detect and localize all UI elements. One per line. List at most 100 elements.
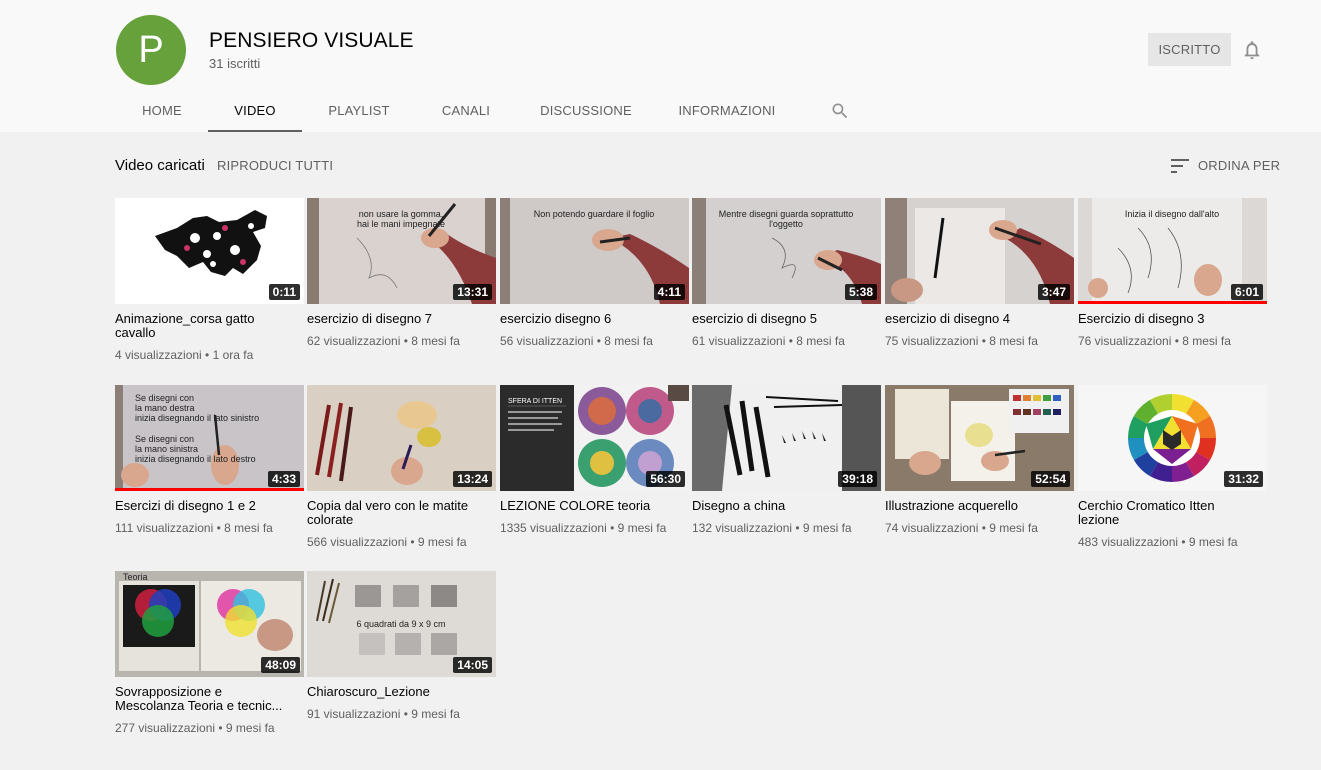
video-card[interactable]: 52:54 Illustrazione acquerello 74 visual… <box>885 385 1074 565</box>
video-thumbnail[interactable]: Non potendo guardare il foglio 4:11 <box>500 198 689 304</box>
video-meta: 91 visualizzazioni • 9 mesi fa <box>307 707 460 721</box>
video-title[interactable]: esercizio disegno 6 <box>500 312 678 326</box>
video-duration: 39:18 <box>838 471 877 487</box>
video-thumbnail[interactable]: 0:11 <box>115 198 304 304</box>
video-title[interactable]: Cerchio Cromatico Itten lezione <box>1078 499 1256 527</box>
watch-progress-bar <box>115 488 304 491</box>
tab-discussione[interactable]: DISCUSSIONE <box>534 90 638 132</box>
video-title[interactable]: LEZIONE COLORE teoria <box>500 499 678 513</box>
video-duration: 14:05 <box>453 657 492 673</box>
svg-text:6 quadrati da 9 x 9 cm: 6 quadrati da 9 x 9 cm <box>356 619 445 629</box>
video-meta: 61 visualizzazioni • 8 mesi fa <box>692 334 845 348</box>
channel-name: PENSIERO VISUALE <box>209 29 414 52</box>
video-card[interactable]: Teoria 48:09 Sovrapposizione e Mescolanz… <box>115 571 304 751</box>
video-duration: 6:01 <box>1230 284 1263 300</box>
video-title[interactable]: Illustrazione acquerello <box>885 499 1063 513</box>
sort-icon <box>1171 159 1189 173</box>
svg-text:inizia disegnando il lato sini: inizia disegnando il lato sinistro <box>135 413 259 423</box>
video-title[interactable]: esercizio di disegno 7 <box>307 312 485 326</box>
svg-text:la mano sinistra: la mano sinistra <box>135 444 198 454</box>
video-card[interactable]: 0:11 Animazione_corsa gatto cavallo 4 vi… <box>115 198 304 378</box>
channel-header: P PENSIERO VISUALE 31 iscritti ISCRITTO … <box>0 0 1321 132</box>
video-duration: 3:47 <box>1037 284 1070 300</box>
tab-playlist[interactable]: PLAYLIST <box>316 90 402 132</box>
svg-text:non usare la gomma,: non usare la gomma, <box>359 209 444 219</box>
svg-text:la mano destra: la mano destra <box>135 403 195 413</box>
video-title[interactable]: Animazione_corsa gatto cavallo <box>115 312 293 340</box>
video-thumbnail[interactable]: 52:54 <box>885 385 1074 491</box>
video-thumbnail[interactable]: 39:18 <box>692 385 881 491</box>
svg-text:Se disegni con: Se disegni con <box>135 434 194 444</box>
video-meta: 75 visualizzazioni • 8 mesi fa <box>885 334 1038 348</box>
video-meta: 74 visualizzazioni • 9 mesi fa <box>885 521 1038 535</box>
video-card[interactable]: non usare la gomma, hai le mani impegnat… <box>307 198 496 378</box>
video-card[interactable]: Inizia il disegno dall'alto 6:01 Eserciz… <box>1078 198 1267 378</box>
video-thumbnail[interactable]: 13:24 <box>307 385 496 491</box>
video-card[interactable]: 3:47 esercizio di disegno 4 75 visualizz… <box>885 198 1074 378</box>
video-thumbnail[interactable]: Inizia il disegno dall'alto 6:01 <box>1078 198 1267 304</box>
video-title[interactable]: Esercizi di disegno 1 e 2 <box>115 499 293 513</box>
svg-text:Mentre disegni guarda soprattu: Mentre disegni guarda soprattutto <box>719 209 854 219</box>
video-card[interactable]: 39:18 Disegno a china 132 visualizzazion… <box>692 385 881 565</box>
subscriber-count: 31 iscritti <box>209 56 261 71</box>
video-thumbnail[interactable]: SFERA DI ITTEN 56:30 <box>500 385 689 491</box>
video-title[interactable]: Esercizio di disegno 3 <box>1078 312 1256 326</box>
channel-avatar[interactable]: P <box>116 15 186 85</box>
tab-home[interactable]: HOME <box>116 90 208 132</box>
video-thumbnail[interactable]: 6 quadrati da 9 x 9 cm 14:05 <box>307 571 496 677</box>
video-thumbnail[interactable]: 3:47 <box>885 198 1074 304</box>
video-meta: 76 visualizzazioni • 8 mesi fa <box>1078 334 1231 348</box>
subscribed-button[interactable]: ISCRITTO <box>1148 33 1231 66</box>
video-duration: 4:11 <box>653 284 685 300</box>
video-thumbnail[interactable]: Teoria 48:09 <box>115 571 304 677</box>
video-duration: 56:30 <box>646 471 685 487</box>
video-meta: 111 visualizzazioni • 8 mesi fa <box>115 521 273 535</box>
video-duration: 13:24 <box>453 471 492 487</box>
play-all-button[interactable]: RIPRODUCI TUTTI <box>217 158 333 173</box>
tab-video[interactable]: VIDEO <box>208 90 302 132</box>
video-title[interactable]: Disegno a china <box>692 499 870 513</box>
video-card[interactable]: Non potendo guardare il foglio 4:11 eser… <box>500 198 689 378</box>
video-duration: 31:32 <box>1224 471 1263 487</box>
video-card[interactable]: Se disegni con la mano destra inizia dis… <box>115 385 304 565</box>
video-duration: 52:54 <box>1031 471 1070 487</box>
video-card[interactable]: 31:32 Cerchio Cromatico Itten lezione 48… <box>1078 385 1267 565</box>
watch-progress-bar <box>1078 301 1267 304</box>
video-thumbnail[interactable]: Se disegni con la mano destra inizia dis… <box>115 385 304 491</box>
video-meta: 1335 visualizzazioni • 9 mesi fa <box>500 521 667 535</box>
video-card[interactable]: Mentre disegni guarda soprattutto l'ogge… <box>692 198 881 378</box>
video-meta: 62 visualizzazioni • 8 mesi fa <box>307 334 460 348</box>
video-thumbnail[interactable]: Mentre disegni guarda soprattutto l'ogge… <box>692 198 881 304</box>
svg-text:SFERA DI ITTEN: SFERA DI ITTEN <box>508 398 562 405</box>
video-meta: 566 visualizzazioni • 9 mesi fa <box>307 535 467 549</box>
video-card[interactable]: SFERA DI ITTEN 56:30 LEZIONE COLORE teor… <box>500 385 689 565</box>
video-thumbnail[interactable]: non usare la gomma, hai le mani impegnat… <box>307 198 496 304</box>
video-meta: 483 visualizzazioni • 9 mesi fa <box>1078 535 1238 549</box>
svg-text:hai le mani impegnate: hai le mani impegnate <box>357 219 445 229</box>
svg-text:Se disegni con: Se disegni con <box>135 393 194 403</box>
video-duration: 13:31 <box>453 284 492 300</box>
video-title[interactable]: Copia dal vero con le matite colorate <box>307 499 485 527</box>
svg-text:l'oggetto: l'oggetto <box>769 219 803 229</box>
sort-label: ORDINA PER <box>1198 158 1281 173</box>
video-title[interactable]: esercizio di disegno 4 <box>885 312 1063 326</box>
video-duration: 4:33 <box>267 471 300 487</box>
video-meta: 132 visualizzazioni • 9 mesi fa <box>692 521 852 535</box>
video-title[interactable]: Chiaroscuro_Lezione <box>307 685 485 699</box>
video-card[interactable]: 13:24 Copia dal vero con le matite color… <box>307 385 496 565</box>
svg-text:Inizia il disegno dall'alto: Inizia il disegno dall'alto <box>1125 209 1219 219</box>
svg-text:Non potendo guardare il foglio: Non potendo guardare il foglio <box>534 209 655 219</box>
video-title[interactable]: Sovrapposizione e Mescolanza Teoria e te… <box>115 685 293 713</box>
video-duration: 0:11 <box>268 284 300 300</box>
bell-icon[interactable] <box>1241 39 1263 61</box>
tab-canali[interactable]: CANALI <box>426 90 506 132</box>
search-icon[interactable] <box>830 101 850 121</box>
svg-text:Teoria: Teoria <box>123 572 148 582</box>
video-card[interactable]: 6 quadrati da 9 x 9 cm 14:05 Chiaroscuro… <box>307 571 496 751</box>
video-duration: 48:09 <box>261 657 300 673</box>
video-meta: 56 visualizzazioni • 8 mesi fa <box>500 334 653 348</box>
tab-informazioni[interactable]: INFORMAZIONI <box>668 90 786 132</box>
video-title[interactable]: esercizio di disegno 5 <box>692 312 870 326</box>
video-meta: 4 visualizzazioni • 1 ora fa <box>115 348 254 362</box>
video-thumbnail[interactable]: 31:32 <box>1078 385 1267 491</box>
